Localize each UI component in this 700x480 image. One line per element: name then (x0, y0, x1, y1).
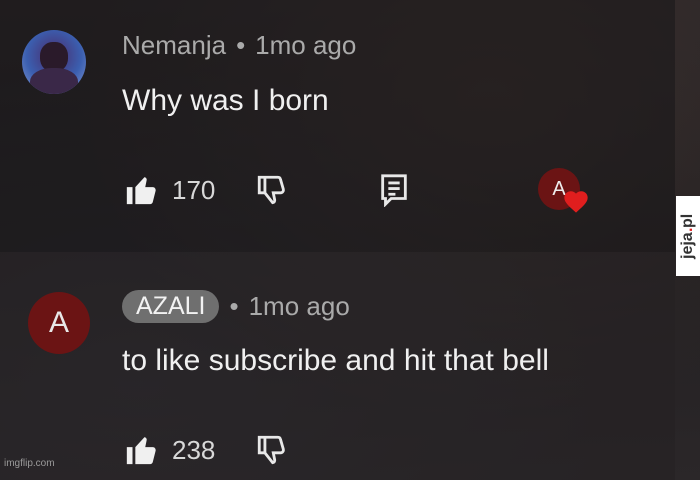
comment-text: Why was I born (122, 84, 329, 117)
comment-time[interactable]: 1mo ago (255, 30, 356, 60)
watermark-tld: pl (679, 213, 696, 228)
dislike-icon[interactable] (255, 433, 289, 467)
heart-icon (562, 188, 590, 219)
comment-time[interactable]: 1mo ago (249, 291, 350, 322)
comment-actions: 238 (124, 428, 289, 472)
meta-separator: • (229, 291, 239, 321)
like-icon[interactable] (124, 433, 158, 467)
comment-actions: 170 (124, 168, 409, 212)
meta-separator: • (236, 30, 246, 60)
avatar-body (30, 68, 78, 94)
comment-meta: AZALI • 1mo ago (122, 290, 350, 323)
imgflip-watermark: imgflip.com (4, 458, 55, 469)
author-chip[interactable]: AZALI (122, 290, 220, 323)
like-icon[interactable] (124, 173, 158, 207)
comment-1: Nemanja • 1mo ago Why was I born 170 A (0, 0, 675, 252)
like-count: 238 (172, 434, 216, 465)
comment-text: to like subscribe and hit that bell (122, 344, 549, 377)
comment-meta: Nemanja • 1mo ago (122, 30, 356, 61)
watermark-dot: . (679, 227, 696, 232)
reply-icon[interactable] (379, 173, 409, 207)
jeja-watermark: jeja. pl (676, 196, 700, 276)
user-avatar-letter[interactable]: A (28, 292, 90, 354)
author-name[interactable]: Nemanja (122, 30, 226, 60)
like-count: 170 (172, 174, 216, 205)
user-avatar[interactable] (22, 30, 86, 94)
watermark-main: jeja (679, 232, 696, 259)
dislike-icon[interactable] (255, 173, 289, 207)
